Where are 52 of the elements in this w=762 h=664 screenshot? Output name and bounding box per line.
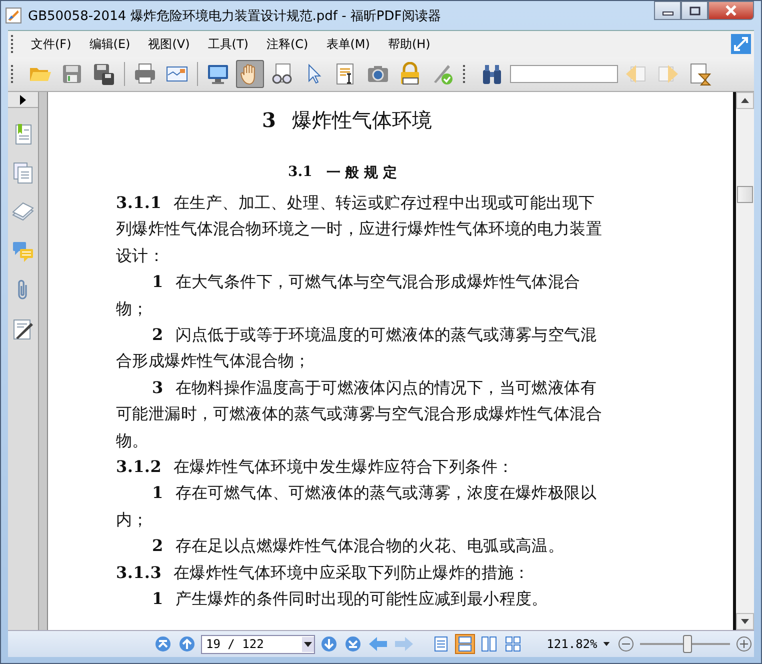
- app-logo-icon: [5, 7, 22, 24]
- search-field[interactable]: [510, 65, 618, 83]
- menu-item[interactable]: 表单(M): [317, 34, 379, 54]
- zoom-slider-thumb[interactable]: [682, 635, 692, 653]
- triangle-up-icon: [741, 98, 749, 103]
- first-page-button[interactable]: [153, 634, 173, 654]
- previous-page-button[interactable]: [177, 634, 197, 654]
- minimize-button[interactable]: [654, 1, 681, 20]
- back-arrow-button[interactable]: [366, 635, 389, 653]
- zoom-in-button[interactable]: [734, 634, 754, 654]
- document-paragraph: 3.1.3 在爆炸性气体环境中应采取下列防止爆炸的措施：: [116, 562, 531, 584]
- expand-panel-button[interactable]: [8, 92, 38, 108]
- scroll-down-button[interactable]: [736, 613, 754, 630]
- zoom-dropdown-button[interactable]: [601, 640, 612, 648]
- hand-icon[interactable]: [236, 60, 264, 88]
- triangle-down-icon: [304, 642, 312, 646]
- menu-item[interactable]: 帮助(H): [378, 34, 440, 54]
- menu-item[interactable]: 编辑(E): [80, 34, 140, 54]
- document-paragraph: 2 存在足以点燃爆炸性气体混合物的火花、电弧或高温。: [151, 535, 566, 558]
- chapter-number: 3: [262, 108, 276, 132]
- continuous-page-icon[interactable]: [454, 634, 475, 654]
- section-title: 一 般 规 定: [326, 164, 397, 182]
- menu-item[interactable]: 文件(F): [22, 34, 80, 54]
- document-paragraph: 3 在物料操作温度高于可燃液体闪点的情况下，当可燃液体有可能泄漏时，可燃液体的蒸气或薄雾与空气混合形成爆炸性气体混合物。: [116, 376, 602, 452]
- scrollbar-thumb[interactable]: [737, 186, 753, 203]
- grid-pages-icon[interactable]: [502, 634, 523, 654]
- document-paragraph: 3.1.2 在爆炸性气体环境中发生爆炸应符合下列条件：: [116, 456, 515, 478]
- close-button[interactable]: [708, 1, 754, 20]
- chapter-title: 爆炸性气体环境: [292, 106, 432, 134]
- zoom-percentage[interactable]: 121.82%: [546, 637, 598, 651]
- section-number: 3.1: [288, 164, 312, 182]
- scroll-up-button[interactable]: [736, 92, 754, 109]
- facing-pages-icon[interactable]: [478, 634, 499, 654]
- document-paragraph: 1 存在可燃气体、可燃液体的蒸气或薄雾，浓度在爆炸极限以内；: [116, 482, 598, 531]
- document-paragraph: 3.1.1 在生产、加工、处理、转运或贮存过程中出现或可能出现下列爆炸性气体混合物环境之一时，应进行爆炸性气体环境的电力装置设计：: [116, 192, 602, 267]
- maximize-button[interactable]: [681, 1, 708, 20]
- zoom-out-button[interactable]: [616, 634, 636, 654]
- window-title: GB50058-2014 爆炸危险环境电力装置设计规范.pdf - 福昕PDF阅读器: [28, 8, 442, 24]
- menu-item[interactable]: 工具(T): [198, 34, 258, 54]
- document-paragraph: 2 闪点低于或等于环境温度的可燃液体的蒸气或薄雾与空气混合形成爆炸性气体混合物；: [116, 324, 598, 372]
- document-paragraph: 1 产生爆炸的条件同时出现的可能性应减到最小程度。: [151, 588, 549, 610]
- page-number-dropdown[interactable]: 19 / 122: [201, 634, 315, 654]
- last-page-button[interactable]: [342, 634, 363, 654]
- close-icon: [724, 5, 738, 16]
- menu-item[interactable]: 注释(C): [258, 34, 318, 54]
- triangle-right-icon: [19, 94, 27, 104]
- maximize-icon: [688, 6, 700, 16]
- document-paragraph: 1 在大气条件下，可燃气体与空气混合形成爆炸性气体混合物；: [116, 271, 582, 320]
- menu-item[interactable]: 视图(V): [139, 34, 199, 54]
- next-page-button[interactable]: [318, 634, 339, 654]
- fullscreen-button[interactable]: [731, 34, 751, 54]
- triangle-down-icon: [741, 619, 749, 624]
